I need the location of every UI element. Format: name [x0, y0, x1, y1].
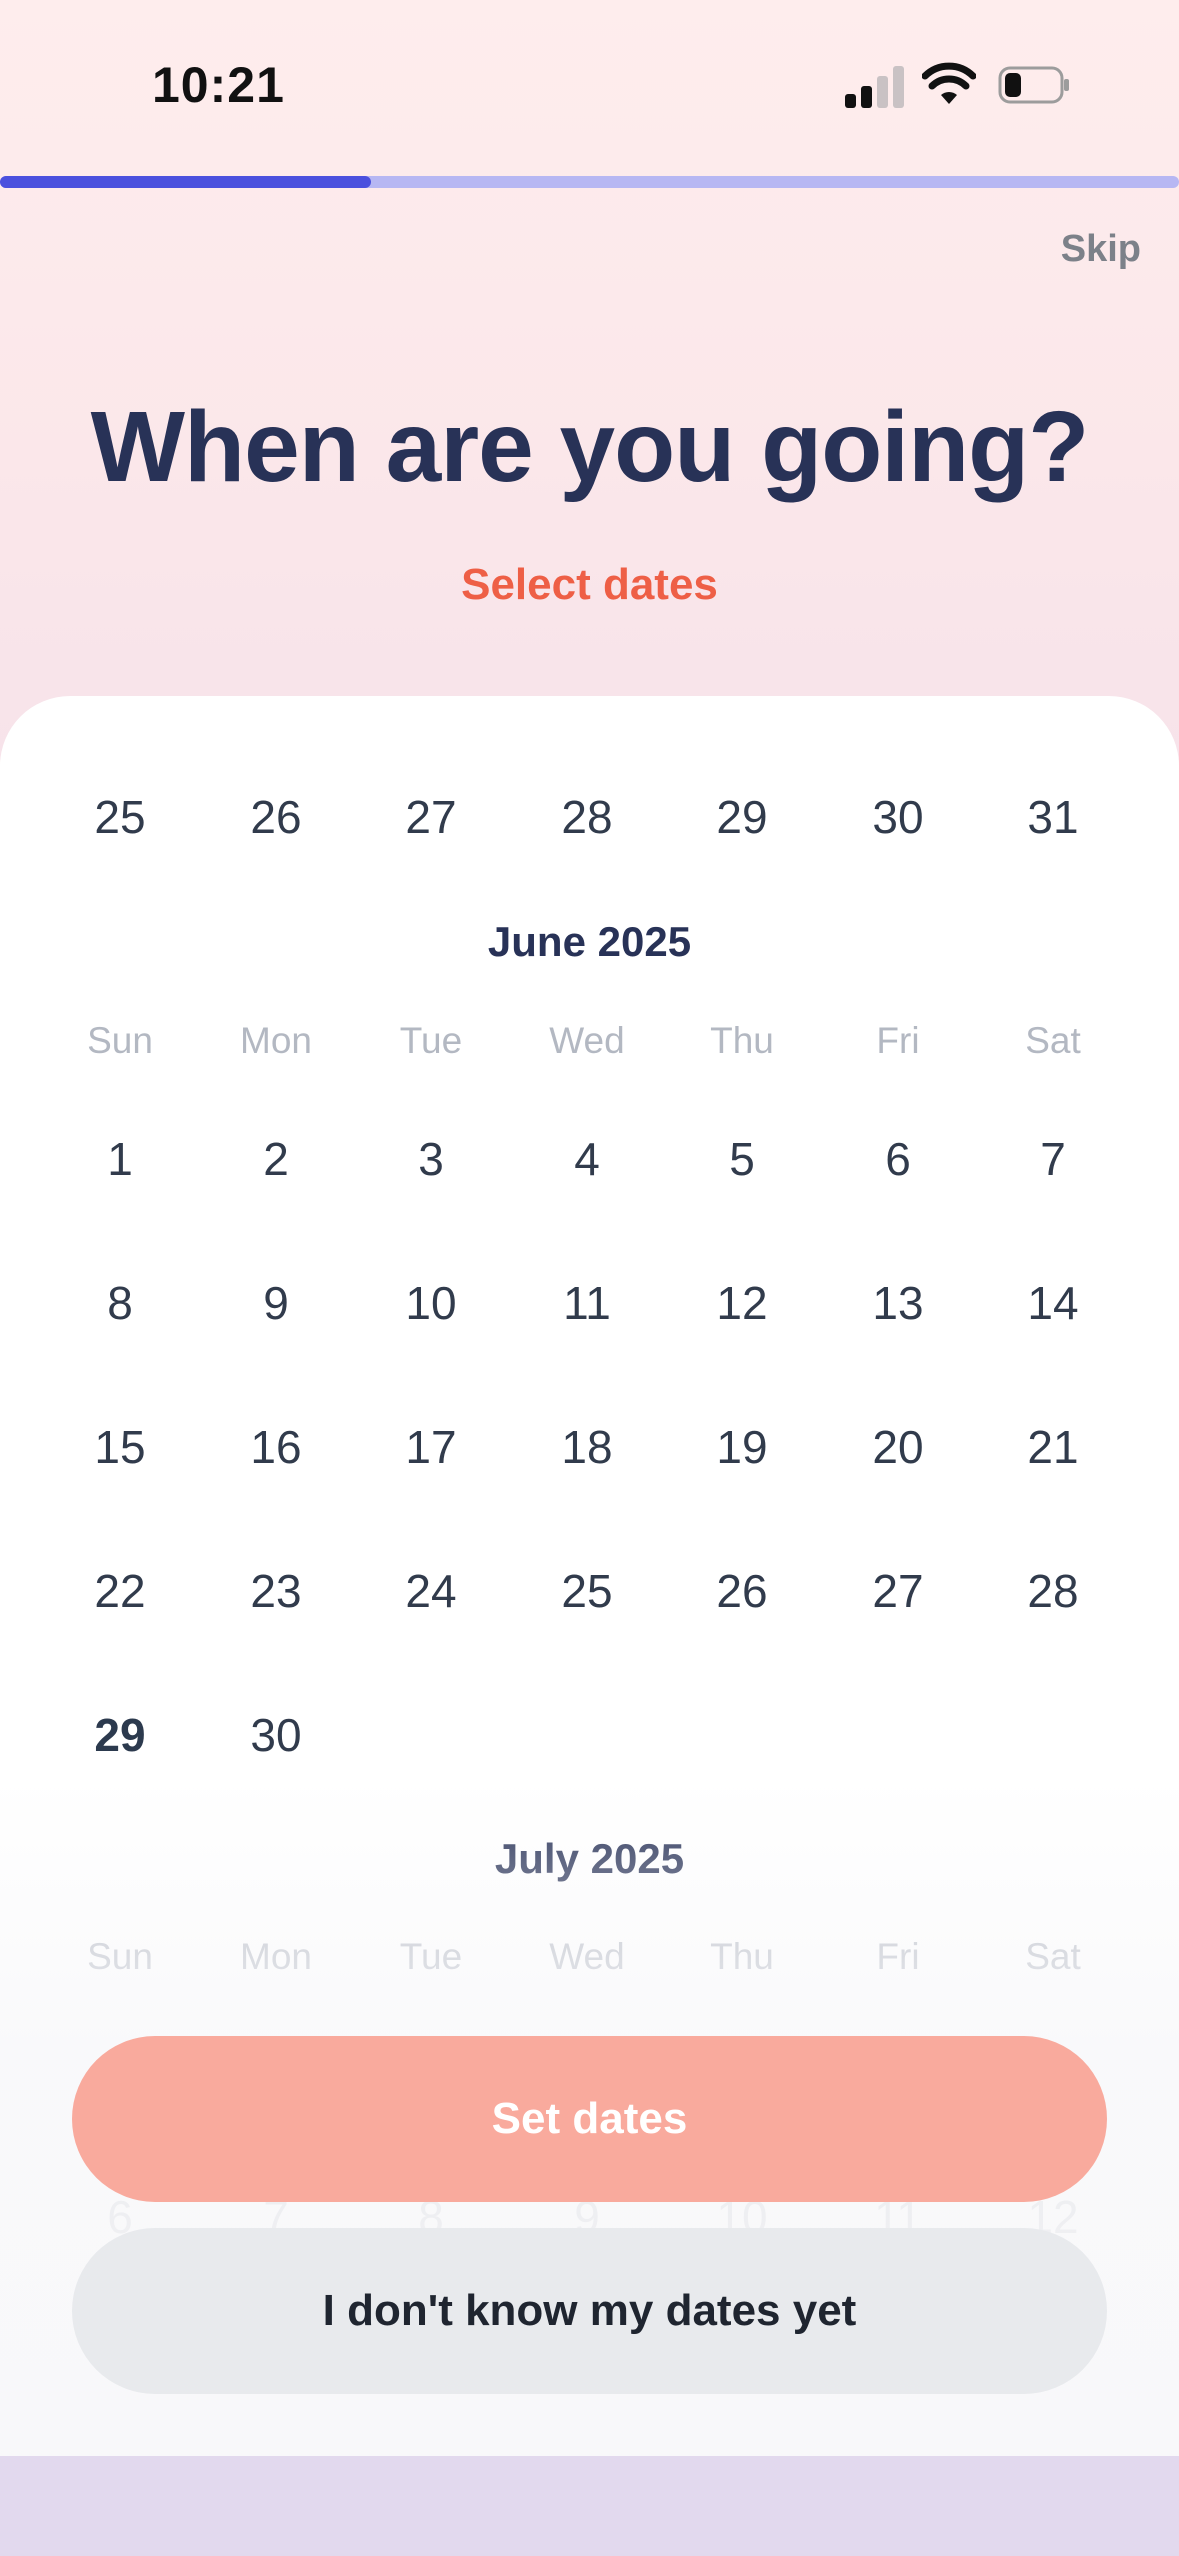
status-time: 10:21 [152, 57, 285, 113]
weekday-label: Fri [876, 1020, 920, 1061]
day-cell[interactable]: 27 [823, 1564, 973, 1618]
day-cell[interactable]: 13 [823, 1276, 973, 1330]
day-cell[interactable]: 1 [45, 1132, 195, 1186]
page-subtitle: Select dates [461, 560, 718, 609]
day-cell[interactable]: 19 [667, 1420, 817, 1474]
day-cell[interactable]: 24 [356, 1564, 506, 1618]
weekday-header: Sun Mon Tue Wed Thu Fri Sat [0, 1936, 1179, 2026]
weekday-label: Thu [710, 1936, 774, 1977]
calendar-week-row: 22 23 24 25 26 27 28 [0, 1564, 1179, 1654]
calendar-week-row: 8 9 10 11 12 13 14 [0, 1276, 1179, 1366]
day-cell[interactable]: 26 [201, 790, 351, 844]
month-label-june: June 2025 [487, 918, 692, 965]
calendar-week-row: 29 30 [0, 1708, 1179, 1798]
skip-button[interactable]: Skip [1061, 228, 1141, 271]
day-cell[interactable]: 12 [667, 1276, 817, 1330]
calendar-week-row: 15 16 17 18 19 20 21 [0, 1420, 1179, 1510]
unknown-dates-button[interactable]: I don't know my dates yet [72, 2228, 1107, 2394]
weekday-label: Wed [549, 1020, 625, 1061]
weekday-label: Sat [1025, 1020, 1081, 1061]
weekday-label: Tue [399, 1020, 463, 1061]
progress-bar [0, 176, 1179, 188]
day-cell[interactable]: 7 [978, 1132, 1128, 1186]
weekday-label: Sat [1025, 1936, 1081, 1977]
weekday-label: Mon [240, 1020, 312, 1061]
day-cell[interactable]: 22 [45, 1564, 195, 1618]
set-dates-button[interactable]: Set dates [72, 2036, 1107, 2202]
day-cell[interactable]: 27 [356, 790, 506, 844]
day-cell[interactable]: 30 [823, 790, 973, 844]
wifi-icon [922, 62, 976, 104]
progress-fill [0, 176, 372, 188]
battery-icon [998, 66, 1069, 104]
day-cell[interactable]: 28 [978, 1564, 1128, 1618]
day-cell-today[interactable]: 29 [45, 1708, 195, 1762]
day-cell[interactable]: 21 [978, 1420, 1128, 1474]
day-cell[interactable]: 20 [823, 1420, 973, 1474]
cellular-signal-icon [845, 66, 905, 108]
day-cell[interactable]: 9 [201, 1276, 351, 1330]
month-label-july: July 2025 [494, 1835, 685, 1882]
day-cell[interactable]: 8 [45, 1276, 195, 1330]
weekday-label: Wed [549, 1936, 625, 1977]
day-cell[interactable]: 17 [356, 1420, 506, 1474]
day-cell[interactable]: 25 [45, 790, 195, 844]
weekday-label: Fri [876, 1936, 920, 1977]
day-cell[interactable]: 26 [667, 1564, 817, 1618]
day-cell[interactable]: 5 [667, 1132, 817, 1186]
weekday-label: Mon [240, 1936, 312, 1977]
day-cell[interactable]: 6 [823, 1132, 973, 1186]
day-cell[interactable]: 31 [978, 790, 1128, 844]
day-cell[interactable]: 11 [512, 1276, 662, 1330]
calendar-week-row: 25 26 27 28 29 30 31 [0, 790, 1179, 880]
weekday-label: Sun [87, 1936, 153, 1977]
page-title: When are you going? [90, 391, 1090, 503]
day-cell[interactable]: 16 [201, 1420, 351, 1474]
weekday-label: Thu [710, 1020, 774, 1061]
weekday-label: Tue [399, 1936, 463, 1977]
day-cell[interactable]: 18 [512, 1420, 662, 1474]
day-cell[interactable]: 23 [201, 1564, 351, 1618]
day-cell[interactable]: 3 [356, 1132, 506, 1186]
day-cell[interactable]: 29 [667, 790, 817, 844]
day-cell[interactable]: 25 [512, 1564, 662, 1618]
home-indicator-area [0, 2456, 1179, 2556]
day-cell[interactable]: 15 [45, 1420, 195, 1474]
day-cell[interactable]: 4 [512, 1132, 662, 1186]
day-cell[interactable]: 28 [512, 790, 662, 844]
weekday-header: Sun Mon Tue Wed Thu Fri Sat [0, 1020, 1179, 1110]
calendar-week-row: 1 2 3 4 5 6 7 [0, 1132, 1179, 1222]
day-cell[interactable]: 14 [978, 1276, 1128, 1330]
day-cell[interactable]: 30 [201, 1708, 351, 1762]
weekday-label: Sun [87, 1020, 153, 1061]
day-cell[interactable]: 2 [201, 1132, 351, 1186]
day-cell[interactable]: 10 [356, 1276, 506, 1330]
status-bar: 10:21 [0, 0, 1179, 170]
